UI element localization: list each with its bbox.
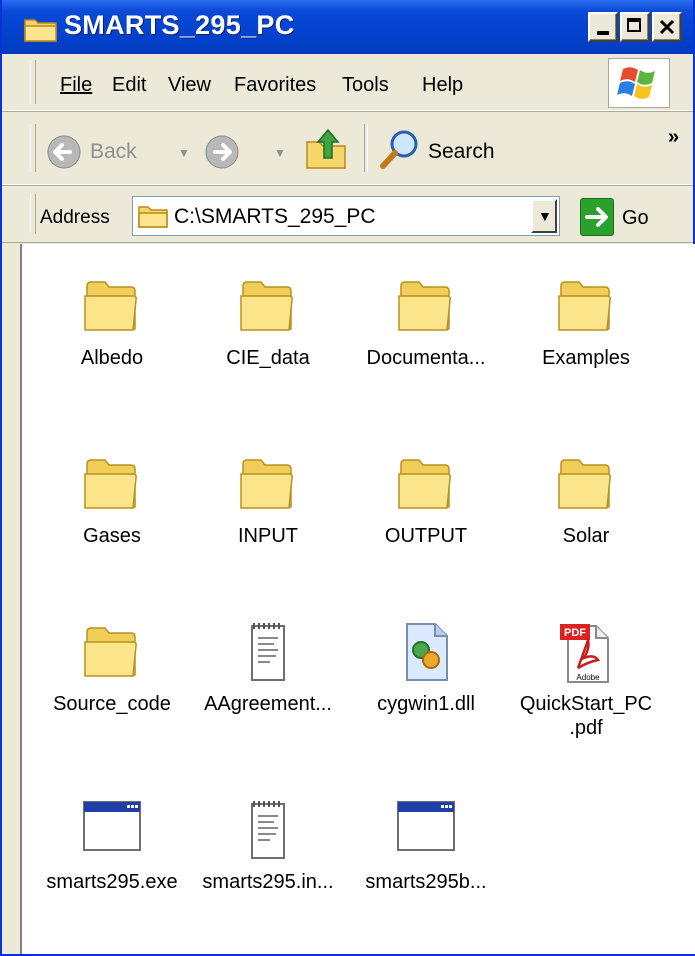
up-folder-icon: [306, 128, 346, 169]
folder-icon: [398, 281, 451, 331]
forward-dropdown-icon: ▼: [274, 146, 286, 160]
file-label: smarts295.in...: [202, 871, 334, 893]
title-bar[interactable]: SMARTS_295_PC: [2, 0, 693, 54]
back-arrow-icon: [47, 135, 81, 169]
pdf-file-icon: PDF Adobe: [560, 624, 609, 683]
search-button[interactable]: Search: [378, 128, 518, 172]
file-label: AAgreement...: [204, 693, 332, 715]
file-label: smarts295b...: [365, 871, 487, 893]
file-label: cygwin1.dll: [377, 693, 475, 715]
minimize-button[interactable]: [588, 12, 618, 42]
folder-icon: [84, 281, 137, 331]
address-value: C:\SMARTS_295_PC: [174, 205, 376, 228]
windows-logo-icon: [608, 58, 670, 108]
file-item-source-code[interactable]: Source_code: [32, 620, 192, 716]
folder-icon: [558, 281, 611, 331]
file-item-aagreement[interactable]: AAgreement...: [188, 620, 348, 716]
file-item-cie-data[interactable]: CIE_data: [188, 274, 348, 370]
toolbar-separator: [364, 124, 368, 172]
go-label[interactable]: Go: [622, 207, 649, 230]
chevron-down-icon: ▼: [538, 208, 552, 224]
file-item-solar[interactable]: Solar: [506, 452, 666, 548]
menu-tools[interactable]: Tools: [342, 74, 389, 97]
file-label: INPUT: [238, 525, 298, 547]
file-label: Gases: [83, 525, 141, 547]
text-file-icon: [251, 623, 285, 681]
up-folder-button[interactable]: [304, 126, 352, 174]
folder-icon: [84, 459, 137, 509]
close-button[interactable]: [652, 12, 682, 42]
exe-file-icon: [397, 801, 455, 851]
file-item-examples[interactable]: Examples: [506, 274, 666, 370]
dll-file-icon: [406, 623, 448, 681]
svg-text:PDF: PDF: [564, 627, 586, 639]
go-arrow-icon[interactable]: [580, 198, 614, 236]
folder-icon: [558, 459, 611, 509]
address-dropdown-button[interactable]: ▼: [531, 199, 557, 233]
menu-favorites[interactable]: Favorites: [234, 74, 316, 97]
file-item-albedo[interactable]: Albedo: [32, 274, 192, 370]
menu-help[interactable]: Help: [422, 74, 463, 97]
forward-button[interactable]: ▼: [204, 132, 286, 172]
text-file-icon: [251, 801, 285, 859]
file-item-smarts295-inp[interactable]: smarts295.in...: [188, 798, 348, 894]
folder-icon: [240, 281, 293, 331]
back-dropdown-icon: ▼: [178, 146, 190, 160]
back-button[interactable]: Back ▼: [46, 132, 196, 172]
toolbar-grip[interactable]: [30, 124, 36, 172]
file-label: OUTPUT: [384, 525, 468, 547]
menu-grip[interactable]: [30, 60, 36, 104]
minimize-icon: [597, 31, 609, 35]
file-label: Documenta...: [366, 347, 486, 369]
close-icon: [659, 19, 675, 35]
address-folder-icon: [138, 204, 168, 233]
folder-icon: [84, 627, 137, 677]
menu-file[interactable]: File: [60, 74, 92, 97]
back-label: Back: [90, 140, 137, 163]
folder-icon: [398, 459, 451, 509]
maximize-icon: [627, 18, 641, 32]
file-label: smarts295.exe: [46, 871, 178, 893]
file-label: Albedo: [80, 347, 144, 369]
file-item-smarts295-exe[interactable]: smarts295.exe: [32, 798, 192, 894]
file-item-input[interactable]: INPUT: [188, 452, 348, 548]
file-label: Examples: [542, 347, 630, 369]
search-icon: [380, 130, 418, 169]
file-label: Solar: [562, 525, 610, 547]
file-item-gases[interactable]: Gases: [32, 452, 192, 548]
toolbar-overflow[interactable]: »: [668, 126, 679, 149]
file-label: QuickStart_PC: [519, 693, 653, 715]
folder-icon: [24, 16, 58, 47]
file-item-cygwin1-dll[interactable]: cygwin1.dll: [346, 620, 506, 716]
menu-edit[interactable]: Edit: [112, 74, 146, 97]
file-label: Source_code: [53, 693, 171, 715]
file-view[interactable]: Albedo CIE_data Documenta... Examples Ga…: [20, 244, 695, 954]
file-item-smarts295b[interactable]: smarts295b...: [346, 798, 506, 894]
window-title: SMARTS_295_PC: [64, 10, 295, 40]
address-label: Address: [40, 207, 110, 228]
file-label-line2: .pdf: [569, 717, 603, 739]
explorer-window: SMARTS_295_PC File Edit View Favorites T…: [0, 0, 695, 956]
maximize-button[interactable]: [620, 12, 650, 42]
address-grip[interactable]: [30, 194, 36, 234]
file-item-documentation[interactable]: Documenta...: [346, 274, 506, 370]
svg-text:Adobe: Adobe: [576, 673, 600, 682]
search-label: Search: [428, 140, 495, 163]
file-label: CIE_data: [226, 347, 310, 369]
folder-icon: [240, 459, 293, 509]
forward-arrow-icon: [205, 135, 239, 169]
menu-view[interactable]: View: [168, 74, 211, 97]
file-item-output[interactable]: OUTPUT: [346, 452, 506, 548]
file-item-quickstart-pdf[interactable]: PDF Adobe QuickStart_PC .pdf: [506, 620, 666, 740]
exe-file-icon: [83, 801, 141, 851]
